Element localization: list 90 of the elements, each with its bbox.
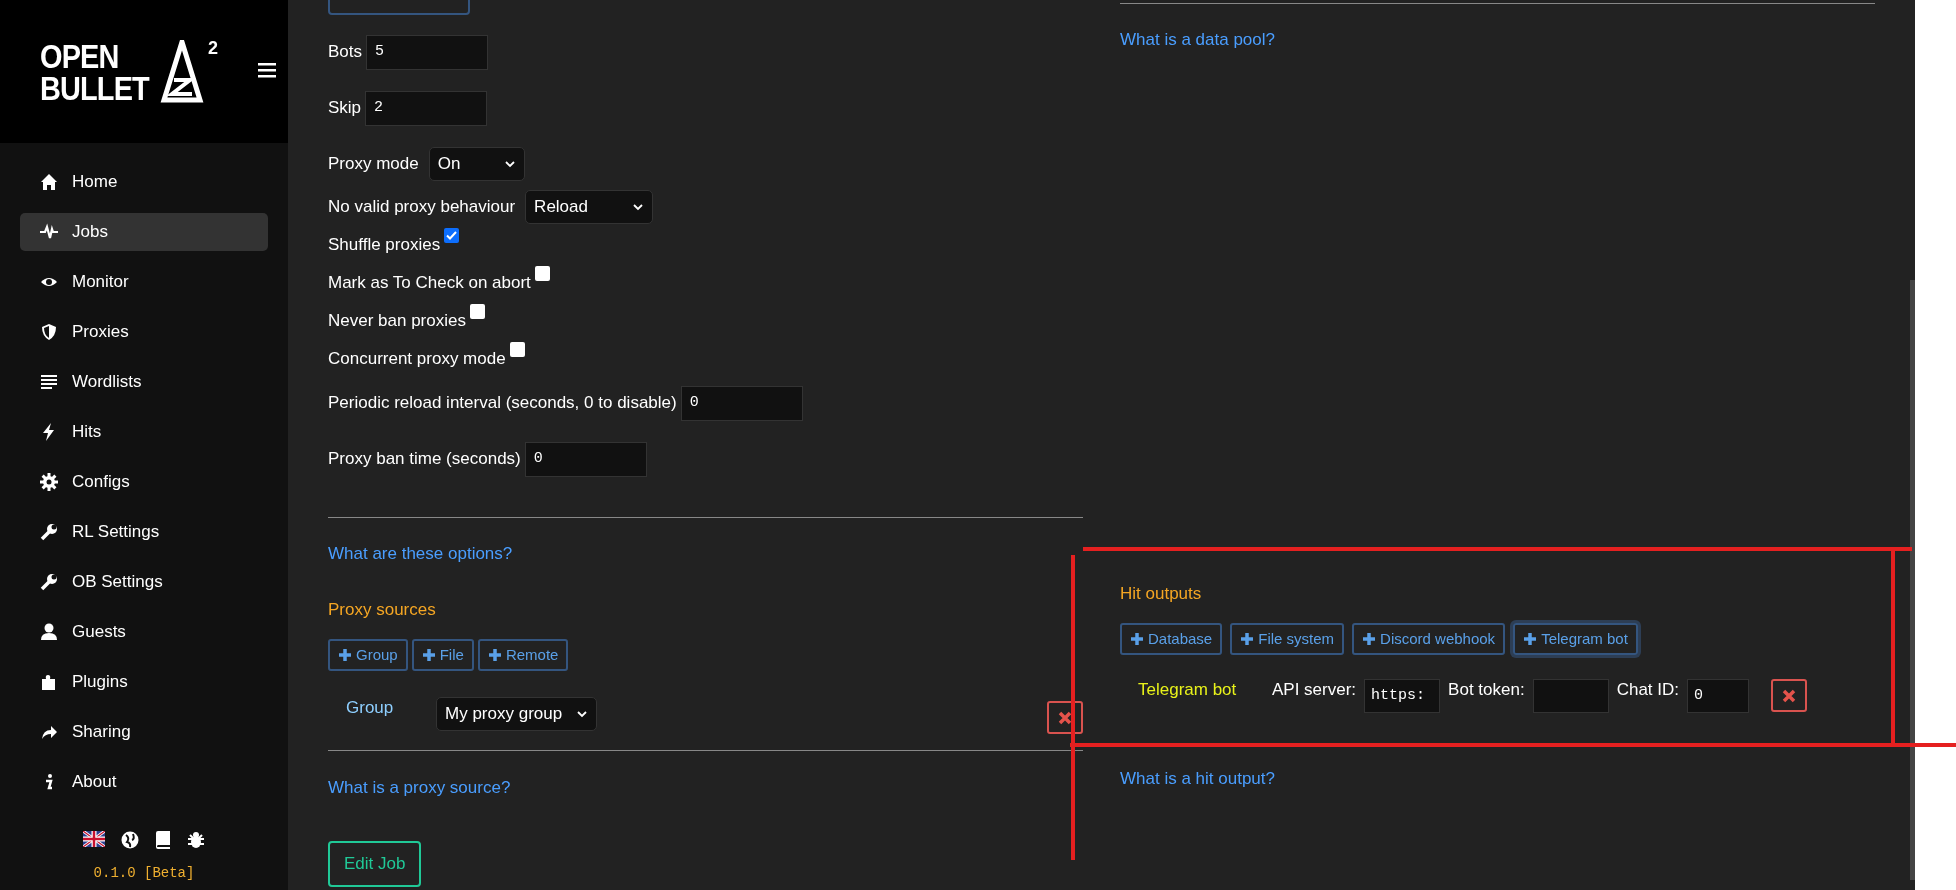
user-icon xyxy=(40,623,58,641)
sidebar-item[interactable]: Monitor xyxy=(20,263,268,301)
add-button[interactable]: File xyxy=(411,639,474,671)
help-link[interactable]: What are these options? xyxy=(328,541,513,567)
select-field[interactable]: Reload xyxy=(525,190,654,224)
sidebar-item[interactable]: Proxies xyxy=(20,313,268,351)
sidebar-item[interactable]: Sharing xyxy=(20,713,268,751)
field-label: Skip xyxy=(328,97,362,120)
sidebar-item[interactable]: Plugins xyxy=(20,663,268,701)
number-input[interactable]: 0 xyxy=(524,441,647,477)
help-link[interactable]: What is a data pool? xyxy=(1120,27,1275,53)
caret-icon xyxy=(632,203,645,211)
field-label: No valid proxy behaviour xyxy=(328,196,516,219)
sidebar-item[interactable]: RL Settings xyxy=(20,513,268,551)
sidebar-item[interactable]: Configs xyxy=(20,463,268,501)
bug-icon[interactable] xyxy=(187,831,205,849)
home-icon xyxy=(40,173,58,191)
text-input[interactable]: 0 xyxy=(1687,679,1749,713)
share-arrow-icon xyxy=(40,723,58,741)
plus-icon xyxy=(338,648,352,662)
field-label: Shuffle proxies xyxy=(328,234,441,257)
help-link[interactable]: What is a proxy source? xyxy=(328,775,511,801)
lines-icon xyxy=(40,373,58,391)
field-label: Chat ID: xyxy=(1616,679,1679,701)
plus-icon xyxy=(421,648,436,662)
shield-icon xyxy=(40,323,58,341)
book-icon[interactable] xyxy=(155,831,171,849)
select-field[interactable]: On xyxy=(428,147,525,181)
plus-icon xyxy=(1130,632,1144,646)
plus-icon xyxy=(1240,632,1255,646)
sidebar-item[interactable]: OB Settings xyxy=(20,563,268,601)
wrench-icon xyxy=(40,573,58,591)
flag-icon[interactable] xyxy=(83,831,105,847)
field-label: Proxy ban time (seconds) xyxy=(328,448,521,471)
text-input[interactable] xyxy=(1532,679,1609,713)
rocket-logo-icon xyxy=(160,40,204,106)
field-label: Bot token: xyxy=(1448,679,1525,701)
section-title: Proxy sources xyxy=(328,598,437,621)
checkbox[interactable] xyxy=(469,304,485,319)
checkbox[interactable] xyxy=(444,228,460,243)
close-icon xyxy=(1058,710,1072,725)
add-button[interactable]: Telegram bot xyxy=(1513,623,1638,655)
logo-text: OPEN xyxy=(40,39,120,72)
add-button[interactable]: Group xyxy=(328,639,408,671)
help-link[interactable]: What is a hit output? xyxy=(1120,766,1275,792)
field-label: Periodic reload interval (seconds, 0 to disable) xyxy=(328,392,677,415)
gear-icon xyxy=(40,473,58,491)
add-button[interactable]: Database xyxy=(1120,623,1223,655)
output-name: Telegram bot xyxy=(1138,679,1238,701)
menu-icon[interactable] xyxy=(258,62,276,78)
puzzle-icon xyxy=(40,673,58,691)
sidebar-item[interactable]: About xyxy=(20,763,268,801)
plus-icon xyxy=(1523,632,1538,646)
add-button[interactable]: File system xyxy=(1230,623,1345,655)
logo-superscript: 2 xyxy=(208,37,218,60)
checkbox[interactable] xyxy=(534,266,550,281)
number-input[interactable]: 0 xyxy=(680,385,803,421)
wrench-icon xyxy=(40,523,58,541)
globe-icon[interactable] xyxy=(121,831,139,849)
add-button[interactable]: Discord webhook xyxy=(1352,623,1506,655)
sidebar-item[interactable]: Home xyxy=(20,163,268,201)
field-label: Concurrent proxy mode xyxy=(328,348,506,371)
source-type-label: Group xyxy=(346,697,395,719)
pulse-icon xyxy=(40,223,58,241)
version-label: 0.1.0 [Beta] xyxy=(92,864,196,883)
close-icon xyxy=(1782,688,1796,703)
logo-text: BULLET xyxy=(40,71,149,104)
sidebar-item[interactable]: Guests xyxy=(20,613,268,651)
field-label: Bots xyxy=(328,41,363,64)
sidebar-item[interactable]: Hits xyxy=(20,413,268,451)
sidebar-item[interactable]: Jobs xyxy=(20,213,268,251)
plus-icon xyxy=(487,648,502,662)
remove-button[interactable] xyxy=(1771,679,1807,712)
add-button[interactable]: Remote xyxy=(477,639,569,671)
number-input[interactable]: 5 xyxy=(366,34,489,70)
field-label: Mark as To Check on abort xyxy=(328,272,531,295)
edit-job-button[interactable]: Edit Job xyxy=(328,840,422,887)
scrollbar-thumb[interactable] xyxy=(1910,280,1915,880)
field-label: Never ban proxies xyxy=(328,310,466,333)
caret-icon xyxy=(576,710,589,718)
section-title: Hit outputs xyxy=(1120,582,1203,605)
caret-icon xyxy=(503,160,516,168)
text-input[interactable]: https: xyxy=(1364,679,1441,713)
field-label: Proxy mode xyxy=(328,153,419,176)
number-input[interactable]: 2 xyxy=(365,90,488,126)
plus-icon xyxy=(1362,632,1377,646)
field-label: API server: xyxy=(1272,679,1357,701)
select-field[interactable]: My proxy group xyxy=(436,697,598,731)
sidebar-item[interactable]: Wordlists xyxy=(20,363,268,401)
checkbox[interactable] xyxy=(509,342,525,357)
